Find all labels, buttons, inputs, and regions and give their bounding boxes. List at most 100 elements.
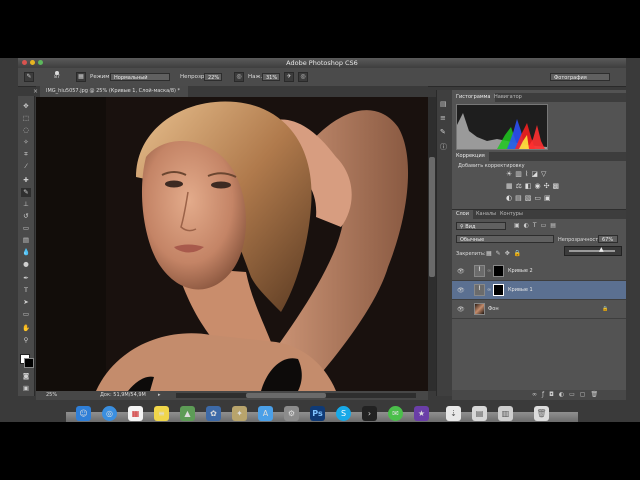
lock-all-icon[interactable]: 🔒 [514, 250, 525, 257]
size-pressure-button[interactable]: ◎ [298, 72, 308, 82]
document-tab[interactable]: IMG_hiu5057.jpg @ 25% (Кривые 1, Слой-ма… [40, 86, 188, 97]
tab-layers[interactable]: Слои [452, 210, 473, 219]
photo-filter-icon[interactable]: ◉ [535, 182, 544, 190]
brush-preset-picker[interactable]: 87 [50, 71, 64, 84]
preview-icon[interactable]: ▲ [180, 406, 195, 421]
applications-stack-icon[interactable]: ▥ [498, 406, 513, 421]
tab-histogram[interactable]: Гистограмма [452, 93, 495, 102]
new-group-icon[interactable]: ▭ [569, 391, 580, 398]
quick-selection-tool-icon[interactable]: ✧ [21, 138, 31, 147]
opacity-field[interactable]: 22% [204, 73, 222, 81]
downloads-icon[interactable]: ⇣ [446, 406, 461, 421]
brush-tool-icon[interactable]: ✎ [21, 188, 31, 197]
minimize-window-button[interactable] [30, 60, 35, 65]
brush-tool-preset-button[interactable]: ✎ [24, 72, 34, 82]
quick-mask-icon[interactable]: ◙ [21, 372, 31, 381]
smart-object-filter-icon[interactable]: ▤ [550, 222, 560, 229]
photo-app-icon[interactable]: ✿ [206, 406, 221, 421]
delete-layer-icon[interactable]: 🗑 [590, 391, 603, 398]
exposure-icon[interactable]: ◪ [531, 170, 541, 178]
notes-icon[interactable]: ≡ [154, 406, 169, 421]
opacity-pressure-button[interactable]: ◎ [234, 72, 244, 82]
dodge-tool-icon[interactable]: ● [21, 260, 31, 269]
info-panel-icon[interactable]: ⓘ [440, 142, 447, 152]
tab-adjustments[interactable]: Коррекция [452, 152, 489, 161]
layer-filter-select[interactable]: ⚲ Вид [456, 222, 506, 230]
app-store-icon[interactable]: A [258, 406, 273, 421]
eye-icon[interactable]: 👁 [457, 287, 465, 294]
chain-link-icon[interactable]: ∞ [487, 287, 491, 293]
opacity-slider-popup[interactable]: ▲ [564, 246, 622, 256]
gradient-map-icon[interactable]: ▭ [534, 194, 544, 202]
background-color-swatch[interactable] [24, 358, 34, 368]
new-layer-icon[interactable]: ▢ [580, 391, 591, 398]
airbrush-button[interactable]: ✈ [284, 72, 294, 82]
brush-panel-icon[interactable]: ✎ [440, 128, 446, 136]
blur-tool-icon[interactable]: 💧 [21, 248, 31, 257]
blend-mode-select[interactable]: Обычные [456, 235, 554, 243]
hue-saturation-icon[interactable]: ▦ [506, 182, 516, 190]
shape-filter-icon[interactable]: ▭ [541, 222, 551, 229]
pen-tool-icon[interactable]: ✒ [21, 274, 31, 283]
layer-opacity-field[interactable]: 67% [598, 235, 618, 243]
screen-mode-icon[interactable]: ▣ [21, 384, 31, 393]
document-canvas[interactable] [36, 97, 428, 391]
finder-icon[interactable]: ☺ [76, 406, 91, 421]
properties-panel-icon[interactable]: ≡ [440, 114, 446, 122]
opacity-slider-handle-icon[interactable]: ▲ [599, 246, 604, 253]
vertical-scrollbar[interactable] [428, 97, 436, 391]
layer-mask-thumbnail[interactable] [493, 284, 504, 296]
healing-brush-tool-icon[interactable]: ✚ [21, 176, 31, 185]
channel-mixer-icon[interactable]: ✣ [544, 182, 553, 190]
color-lookup-icon[interactable]: ▩ [553, 182, 563, 190]
vibrance-icon[interactable]: ▽ [541, 170, 549, 178]
eye-icon[interactable]: 👁 [457, 268, 465, 275]
layer-row-curves-1[interactable]: 👁 ⌇ ∞ Кривые 1 [452, 281, 626, 300]
eyedropper-tool-icon[interactable]: ⁄ [21, 162, 31, 171]
safari-icon[interactable]: ◎ [102, 406, 117, 421]
chain-link-icon[interactable]: ∞ [487, 268, 491, 274]
imovie-icon[interactable]: ★ [414, 406, 429, 421]
clone-stamp-tool-icon[interactable]: ⊥ [21, 200, 31, 209]
history-brush-tool-icon[interactable]: ↺ [21, 212, 31, 221]
horizontal-scrollbar[interactable] [176, 393, 416, 398]
layer-mask-thumbnail[interactable] [493, 265, 504, 277]
type-filter-icon[interactable]: T [533, 222, 541, 229]
link-layers-icon[interactable]: ∞ [532, 391, 542, 398]
workspace-select[interactable]: Фотография [550, 73, 610, 81]
lock-transparent-icon[interactable]: ▦ [486, 250, 496, 257]
shape-tool-icon[interactable]: ▭ [21, 310, 31, 319]
add-mask-icon[interactable]: ◘ [549, 391, 559, 398]
type-tool-icon[interactable]: T [21, 286, 31, 295]
terminal-icon[interactable]: › [362, 406, 377, 421]
threshold-icon[interactable]: ▧ [525, 194, 535, 202]
layer-row-background[interactable]: 👁 Фон 🔒 [452, 300, 626, 319]
black-white-icon[interactable]: ◧ [525, 182, 535, 190]
messages-icon[interactable]: ✉ [388, 406, 403, 421]
marquee-tool-icon[interactable]: ⬚ [21, 114, 31, 123]
crop-tool-icon[interactable]: ⌗ [21, 150, 31, 159]
mode-select[interactable]: Нормальный [110, 73, 170, 81]
zoom-window-button[interactable] [38, 60, 43, 65]
system-preferences-icon[interactable]: ⚙ [284, 406, 299, 421]
selective-color-icon[interactable]: ▣ [544, 194, 554, 202]
eraser-tool-icon[interactable]: ▭ [21, 224, 31, 233]
zoom-tool-icon[interactable]: ⚲ [21, 336, 31, 345]
invert-icon[interactable]: ◐ [506, 194, 515, 202]
documents-icon[interactable]: ▤ [472, 406, 487, 421]
trash-icon[interactable]: 🗑 [534, 406, 549, 421]
horizontal-scroll-thumb[interactable] [246, 393, 326, 398]
layer-row-curves-2[interactable]: 👁 ⌇ ∞ Кривые 2 [452, 262, 626, 281]
brush-panel-toggle-button[interactable]: ▦ [76, 72, 86, 82]
gradient-tool-icon[interactable]: ▤ [21, 236, 31, 245]
flow-field[interactable]: 31% [262, 73, 280, 81]
posterize-icon[interactable]: ▤ [515, 194, 525, 202]
lock-image-icon[interactable]: ✎ [496, 250, 505, 257]
color-balance-icon[interactable]: ⚖ [516, 182, 525, 190]
zoom-level[interactable]: 25% [46, 391, 57, 400]
eye-icon[interactable]: 👁 [457, 306, 465, 313]
iphoto-icon[interactable]: ✦ [232, 406, 247, 421]
hand-tool-icon[interactable]: ✋ [21, 324, 31, 333]
vertical-scroll-thumb[interactable] [429, 157, 435, 277]
history-panel-icon[interactable]: ▤ [440, 100, 447, 108]
